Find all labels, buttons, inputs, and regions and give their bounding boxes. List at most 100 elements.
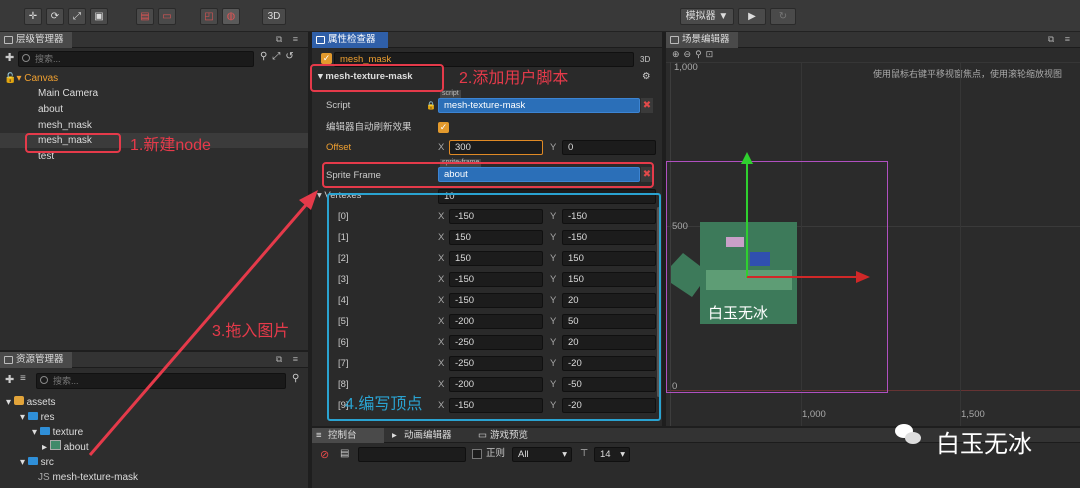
- assets-search-icon: [40, 376, 48, 384]
- gizmo-y-arrow-icon[interactable]: [741, 152, 753, 164]
- asset-item-script[interactable]: JS mesh-texture-mask: [38, 470, 138, 485]
- clear-console-icon[interactable]: ⊘: [320, 448, 329, 461]
- tab-assets[interactable]: 资源管理器: [0, 352, 72, 368]
- tick-1000-top: 1,000: [674, 62, 698, 73]
- rect-tool-button[interactable]: ▣: [90, 8, 108, 25]
- annotation-step4: 4.编写顶点: [345, 396, 423, 413]
- sprite-detail: [726, 237, 744, 247]
- 3d-badge: 3D: [640, 55, 651, 64]
- inspector-header: 属性检查器: [312, 32, 662, 48]
- lock-icon: 🔓: [4, 73, 17, 84]
- hierarchy-search-placeholder: 搜索...: [35, 54, 61, 64]
- local-icon: ◰: [204, 11, 214, 22]
- preview-icon: ▭: [478, 430, 487, 441]
- node-active-checkbox[interactable]: ✓: [321, 53, 332, 64]
- gizmo-x-arrow-icon[interactable]: [856, 271, 870, 283]
- asset-label-about: about: [63, 442, 89, 453]
- tab-scene[interactable]: 场景编辑器: [666, 32, 738, 48]
- gizmo-y-axis[interactable]: [746, 158, 748, 278]
- scale-icon: ⤢: [73, 11, 81, 22]
- folder-icon: [39, 427, 50, 435]
- global-button[interactable]: ◍: [222, 8, 240, 25]
- asset-label-res: res: [40, 412, 55, 423]
- move-icon: ✛: [28, 11, 38, 22]
- tab-animation[interactable]: ▸ 动画编辑器: [388, 428, 470, 443]
- component-gear-icon[interactable]: ⚙: [642, 70, 651, 84]
- play-button[interactable]: ▶: [738, 8, 766, 25]
- asset-label-script: mesh-texture-mask: [52, 472, 139, 483]
- rotate-tool-button[interactable]: ⟳: [46, 8, 64, 25]
- sort-button[interactable]: ≡: [20, 373, 26, 384]
- scene-title: 场景编辑器: [682, 34, 730, 45]
- refresh-button[interactable]: ↻: [770, 8, 796, 25]
- annotation-step1: 1.新建node: [130, 137, 211, 154]
- open-log-icon[interactable]: ▤: [340, 448, 349, 459]
- auto-refresh-checkbox[interactable]: ✓: [438, 122, 449, 133]
- zoom-tools[interactable]: ⊕⊖⚲⊡: [672, 49, 717, 60]
- offset-y-label: Y: [550, 142, 557, 153]
- tab-inspector[interactable]: 属性检查器: [312, 32, 388, 48]
- asset-item-texture[interactable]: ▾ texture: [32, 425, 83, 440]
- assets-icon: [4, 356, 13, 364]
- annotation-step2: 2.添加用户脚本: [459, 70, 569, 87]
- add-asset-button[interactable]: ✚: [5, 373, 14, 386]
- offset-y-input[interactable]: 0: [562, 140, 656, 155]
- hierarchy-tools[interactable]: ⚲⤢↺: [260, 51, 299, 62]
- tree-item-mesh-mask-1[interactable]: mesh_mask: [38, 118, 92, 133]
- tree-item-canvas[interactable]: 🔓▾ Canvas: [4, 71, 58, 86]
- local-button[interactable]: ◰: [200, 8, 218, 25]
- assets-search-button[interactable]: ⚲: [292, 373, 299, 384]
- grid-line: [666, 62, 1080, 63]
- script-field[interactable]: mesh-texture-mask: [438, 98, 640, 113]
- script-clear-button[interactable]: ✖: [641, 98, 653, 113]
- chevron-down-icon: ▾: [620, 449, 625, 460]
- add-node-button[interactable]: ✚: [5, 51, 14, 64]
- tree-item-main-camera[interactable]: Main Camera: [38, 86, 98, 101]
- scene-menu-icons[interactable]: ⧉ ≡: [1048, 34, 1074, 45]
- offset-x-input[interactable]: 300: [449, 140, 543, 155]
- regex-label: 正则: [486, 448, 506, 459]
- regex-checkbox[interactable]: [472, 449, 482, 459]
- hierarchy-icon: [4, 36, 13, 44]
- grid-line: [960, 62, 961, 426]
- watermark-text: 白玉无冰: [936, 430, 1032, 458]
- move-tool-button[interactable]: ✛: [24, 8, 42, 25]
- assets-search-placeholder: 搜索...: [53, 376, 79, 386]
- asset-item-assets[interactable]: ▾ assets: [6, 395, 56, 410]
- asset-label-assets: assets: [26, 397, 56, 408]
- assets-title: 资源管理器: [16, 354, 64, 365]
- asset-item-about[interactable]: ▸ about: [42, 440, 89, 455]
- image-icon: [49, 440, 61, 450]
- main-toolbar: ✛ ⟳ ⤢ ▣ ▤ ▭ ◰ ◍ 3D 模拟器 ▼ ▶ ↻: [0, 0, 1080, 32]
- search-icon: [22, 54, 30, 62]
- assets-search-input[interactable]: 搜索...: [36, 373, 286, 389]
- pivot-button[interactable]: ▤: [136, 8, 154, 25]
- tick-1000-bottom: 1,000: [802, 409, 826, 420]
- scale-tool-button[interactable]: ⤢: [68, 8, 86, 25]
- console-filter-input[interactable]: [358, 447, 466, 462]
- toggle-3d-button[interactable]: 3D: [262, 8, 286, 25]
- game-preview-tab-label: 游戏预览: [490, 430, 529, 441]
- scene-panel: 场景编辑器 ⧉ ≡ ⊕⊖⚲⊡ 使用鼠标右键平移视窗焦点，使用滚轮缩放视图 1,0…: [666, 32, 1080, 426]
- panel-menu-icons[interactable]: ⧉ ≡: [276, 34, 302, 45]
- center-icon: ▭: [162, 11, 172, 22]
- asset-item-src[interactable]: ▾ src: [20, 455, 54, 470]
- asset-item-res[interactable]: ▾ res: [20, 410, 55, 425]
- inspector-title: 属性检查器: [328, 34, 376, 45]
- annotation-box-step3: [322, 162, 654, 188]
- scene-icon: [670, 36, 679, 44]
- log-level-select[interactable]: All ▾: [512, 447, 572, 462]
- simulator-dropdown[interactable]: 模拟器 ▼: [680, 8, 734, 25]
- assets-menu-icons[interactable]: ⧉ ≡: [276, 354, 302, 365]
- center-button[interactable]: ▭: [158, 8, 176, 25]
- db-icon: [13, 396, 24, 405]
- tab-game-preview[interactable]: ▭ 游戏预览: [474, 428, 554, 443]
- tree-item-about[interactable]: about: [38, 102, 63, 117]
- tab-hierarchy[interactable]: 层级管理器: [0, 32, 72, 48]
- folder-icon: [27, 457, 38, 465]
- font-size-select[interactable]: 14 ▾: [594, 447, 630, 462]
- sprite-detail: [706, 270, 792, 290]
- gizmo-x-axis[interactable]: [747, 276, 861, 278]
- tab-console[interactable]: ≡ 控制台: [312, 428, 384, 443]
- hierarchy-search-input[interactable]: 搜索...: [18, 51, 254, 67]
